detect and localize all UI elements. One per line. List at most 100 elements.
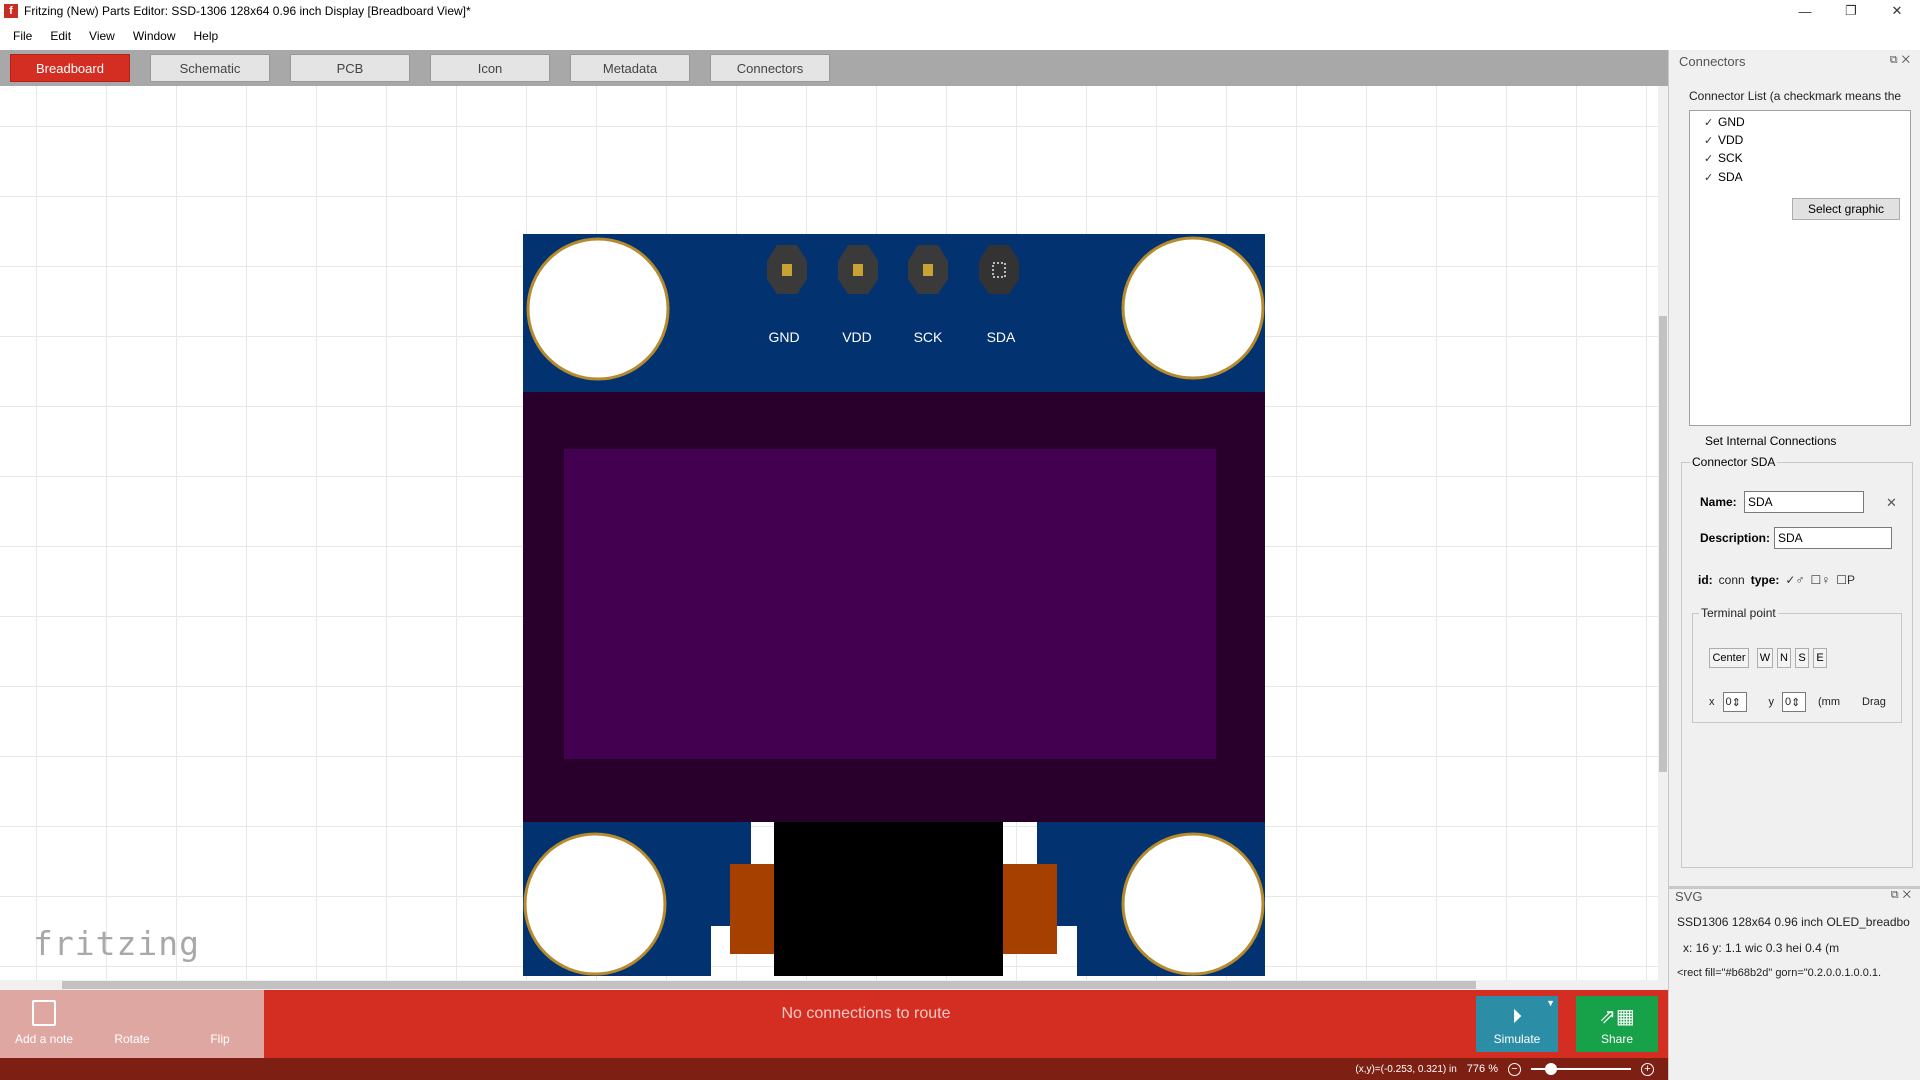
maximize-button[interactable]: ❐ [1828,0,1874,22]
connectors-panel-controls[interactable]: ⧉✕ [1890,54,1914,67]
check-icon[interactable]: ✓ [1704,134,1718,147]
id-type-row: id: conn type: ✓♂ ☐♀ ☐P [1698,573,1855,587]
svg-panel-title: SVG [1675,889,1703,904]
fritzing-watermark: fritzing [33,924,200,963]
connector-list[interactable]: ✓ GND ✓ VDD ✓ SCK ✓ SDA Select graphic [1689,110,1911,426]
pin-label-sda: SDA [987,329,1016,345]
connector-item-gnd[interactable]: ✓ GND [1704,113,1745,131]
minimize-button[interactable]: — [1782,0,1828,22]
zoom-in-icon[interactable]: + [1641,1062,1654,1076]
terminal-west-button[interactable]: W [1757,648,1773,668]
flip-label: Flip [210,1032,230,1046]
status-bar: (x,y)=(-0.253, 0.321) in 776 % − + [0,1058,1668,1080]
display-screen [564,449,1216,759]
canvas-vertical-scrollbar[interactable] [1658,86,1668,980]
connector-name-input[interactable] [1744,491,1864,513]
id-label: id: [1698,573,1713,587]
mount-hole-bottom-right [1121,832,1265,976]
cursor-coordinates: (x,y)=(-0.253, 0.321) in [1355,1063,1457,1075]
svg-panel-controls[interactable]: ⧉✕ [1891,889,1915,902]
view-tabs: Breadboard Schematic PCB Icon Metadata C… [0,50,1668,86]
rotate-label: Rotate [114,1032,150,1046]
zoom-level: 776 % [1466,1063,1498,1075]
connector-item-label: SCK [1718,151,1743,165]
tab-pcb[interactable]: PCB [290,54,410,82]
connector-item-label: GND [1718,115,1745,129]
pin-vdd[interactable] [838,245,878,294]
vertical-scroll-thumb[interactable] [1659,316,1667,772]
simulate-dropdown-icon[interactable]: ▼ [1546,998,1555,1008]
tool-panel: Add a note Rotate Flip [0,990,264,1058]
id-value: conn [1718,573,1745,587]
svg-geometry: x: 16 y: 1.1 wic 0.3 hei 0.4 (m [1683,941,1840,955]
drag-label[interactable]: Drag [1862,696,1886,708]
svg-file-name: SSD1306 128x64 0.96 inch OLED_breadbo [1677,915,1910,929]
right-dock: Connectors ⧉✕ Connector List (a checkmar… [1668,50,1920,1080]
terminal-east-button[interactable]: E [1813,648,1827,668]
connector-description-input[interactable] [1774,527,1892,549]
check-icon[interactable]: ✓ [1704,171,1718,184]
share-icon: ⇗▦ [1599,1006,1635,1028]
type-female-option[interactable]: ☐♀ [1810,573,1830,587]
breadboard-canvas[interactable]: GND VDD SCK SDA fritzing [0,86,1658,980]
menu-help[interactable]: Help [185,29,228,43]
add-note-button[interactable]: Add a note [14,990,74,1058]
connector-item-sda[interactable]: ✓ SDA [1704,168,1743,186]
window-controls: — ❐ ✕ [1782,0,1920,22]
routing-status: No connections to route [781,1005,951,1022]
connector-detail-group: Connector SDA Name: ✕ Description: id: c… [1681,455,1913,868]
tab-breadboard[interactable]: Breadboard [10,54,130,82]
copper-pad-right [1003,864,1057,954]
pin-sda[interactable] [979,245,1019,294]
zoom-slider-handle[interactable] [1545,1063,1557,1075]
terminal-south-button[interactable]: S [1795,648,1809,668]
pin-label-sck: SCK [914,329,943,345]
menu-window[interactable]: Window [124,29,185,43]
mount-hole-bottom-left [523,832,667,976]
simulate-label: Simulate [1493,1032,1541,1046]
zoom-out-icon[interactable]: − [1508,1062,1521,1076]
menu-view[interactable]: View [80,29,124,43]
set-internal-connections[interactable]: Set Internal Connections [1705,434,1836,448]
close-button[interactable]: ✕ [1874,0,1920,22]
check-icon[interactable]: ✓ [1704,152,1718,165]
terminal-north-button[interactable]: N [1777,648,1791,668]
tab-icon[interactable]: Icon [430,54,550,82]
connector-item-sck[interactable]: ✓ SCK [1704,149,1743,167]
y-label: y [1768,696,1775,708]
bottom-toolbar: Add a note Rotate Flip No connections to… [0,990,1668,1058]
mount-hole-top-right [1121,236,1265,380]
type-pad-option[interactable]: ☐P [1836,573,1855,587]
menu-edit[interactable]: Edit [41,29,80,43]
type-male-option[interactable]: ✓♂ [1785,573,1804,587]
flip-button[interactable]: Flip [196,990,244,1058]
name-label: Name: [1700,495,1737,509]
pin-sck[interactable] [908,245,948,294]
share-button[interactable]: ⇗▦ Share [1576,996,1658,1052]
oled-display-part[interactable]: GND VDD SCK SDA [523,234,1265,976]
y-spinbox[interactable]: 0 ⇕ [1782,692,1806,712]
add-note-label: Add a note [14,1032,74,1046]
simulate-button[interactable]: ▼ ⏵ Simulate [1476,996,1558,1052]
zoom-slider[interactable] [1531,1063,1631,1075]
horizontal-scroll-thumb[interactable] [62,981,1476,989]
connector-item-label: VDD [1718,133,1744,147]
window-title: Fritzing (New) Parts Editor: SSD-1306 12… [24,4,471,18]
connector-item-vdd[interactable]: ✓ VDD [1704,131,1743,149]
clear-name-icon[interactable]: ✕ [1886,495,1897,511]
pin-gnd[interactable] [767,245,807,294]
tab-metadata[interactable]: Metadata [570,54,690,82]
select-graphic-button[interactable]: Select graphic [1792,198,1900,220]
terminal-xy-row: x 0 ⇕ y 0 ⇕ (mm Drag [1709,692,1886,712]
tab-connectors[interactable]: Connectors [710,54,830,82]
rotate-button[interactable]: Rotate [108,990,156,1058]
x-spinbox[interactable]: 0 ⇕ [1722,692,1747,712]
copper-pad-left [730,864,774,954]
menu-file[interactable]: File [4,29,41,43]
check-icon[interactable]: ✓ [1704,116,1718,129]
canvas-horizontal-scrollbar[interactable] [0,980,1658,990]
tab-schematic[interactable]: Schematic [150,54,270,82]
terminal-point-group: Terminal point Center W N S E x 0 ⇕ y 0 ⇕ … [1692,606,1902,723]
pin-label-vdd: VDD [842,329,872,345]
terminal-center-button[interactable]: Center [1709,648,1749,668]
